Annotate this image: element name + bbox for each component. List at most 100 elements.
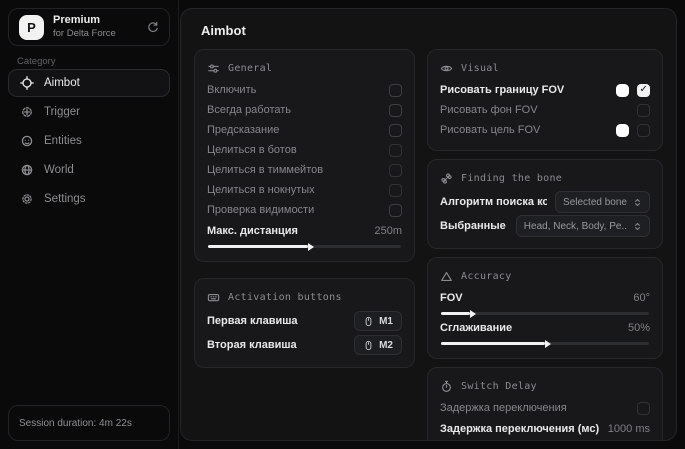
sidebar-item-label: Aimbot <box>44 77 80 89</box>
keybind-button-primary[interactable]: M1 <box>354 311 402 331</box>
toggle-row-target-knocked: Целиться в нокнутых <box>207 180 402 200</box>
checkbox-fov-border[interactable] <box>637 84 650 97</box>
fov-slider[interactable] <box>441 312 649 315</box>
sliders-icon <box>207 62 220 75</box>
slider-thumb[interactable] <box>470 310 476 318</box>
bone-label: Выбранные кости <box>440 220 508 232</box>
checkbox-target-knocked[interactable] <box>389 184 402 197</box>
slider-thumb[interactable] <box>545 340 551 348</box>
card-accuracy: Accuracy FOV 60° Сглаживание <box>427 257 663 359</box>
keybind-row-secondary: Вторая клавиша M2 <box>207 333 402 357</box>
fov-slider-block: FOV 60° <box>440 288 650 315</box>
slider-label: FOV <box>440 292 463 304</box>
sidebar-item-entities[interactable]: Entities <box>8 127 170 155</box>
triangle-icon <box>440 270 453 283</box>
stopwatch-icon <box>440 380 453 393</box>
entities-icon <box>20 134 34 148</box>
slider-thumb[interactable] <box>462 441 468 442</box>
bone-label: Алгоритм поиска кости <box>440 196 547 208</box>
bone-icon <box>440 172 453 185</box>
toggle-row-target-teammates: Целиться в тиммейтов <box>207 160 402 180</box>
toggle-label: Включить <box>207 84 256 96</box>
checkbox-visibility-check[interactable] <box>389 204 402 217</box>
toggle-label: Целиться в нокнутых <box>207 184 315 196</box>
select-value: Head, Neck, Body, Pe.. <box>524 221 627 232</box>
color-swatch[interactable] <box>616 124 629 137</box>
visual-row-fov-border: Рисовать границу FOV <box>440 80 650 100</box>
keyboard-icon <box>207 291 220 304</box>
slider-value: 250m <box>374 225 402 237</box>
refresh-icon[interactable] <box>146 21 159 34</box>
chevron-updown-icon <box>633 198 642 207</box>
toggle-label: Всегда работать <box>207 104 291 116</box>
brand-title: Premium <box>53 14 116 28</box>
checkbox-target-bots[interactable] <box>389 144 402 157</box>
bone-algorithm-select[interactable]: Selected bone <box>555 191 650 213</box>
max-distance-slider-block: Макс. дистанция 250m <box>207 221 402 248</box>
toggle-row-visibility-check: Проверка видимости <box>207 200 402 220</box>
toggle-label: Проверка видимости <box>207 204 314 216</box>
card-general-header: General <box>207 58 402 78</box>
brand-subtitle: for Delta Force <box>53 28 116 40</box>
slider-value: 1000 ms <box>608 423 650 435</box>
select-value: Selected bone <box>563 197 627 208</box>
session-duration-text: Session duration: 4m 22s <box>19 418 132 429</box>
toggle-label: Целиться в тиммейтов <box>207 164 323 176</box>
slider-value: 50% <box>628 322 650 334</box>
brand-card: P Premium for Delta Force <box>8 8 170 46</box>
eye-icon <box>440 62 453 75</box>
toggle-row-enable: Включить <box>207 80 402 100</box>
app-window: P Premium for Delta Force Category Aimbo… <box>0 0 685 449</box>
keybind-label: Первая клавиша <box>207 315 298 327</box>
card-switch-delay: Switch Delay Задержка переключения Задер… <box>427 367 663 441</box>
globe-icon <box>20 163 34 177</box>
checkbox-fov-target[interactable] <box>637 124 650 137</box>
color-swatch[interactable] <box>616 84 629 97</box>
toggle-row-always-work: Всегда работать <box>207 100 402 120</box>
card-title: Finding the bone <box>461 173 562 184</box>
sidebar-item-aimbot[interactable]: Aimbot <box>8 69 170 97</box>
selected-bones-select[interactable]: Head, Neck, Body, Pe.. <box>516 215 650 237</box>
card-finding-bone: Finding the bone Алгоритм поиска кости S… <box>427 159 663 249</box>
toggle-row-switch-delay: Задержка переключения <box>440 398 650 418</box>
bone-row-selected: Выбранные кости Head, Neck, Body, Pe.. <box>440 214 650 238</box>
card-title: Activation buttons <box>228 292 342 303</box>
sidebar-item-trigger[interactable]: Trigger <box>8 98 170 126</box>
toggle-row-prediction: Предсказание <box>207 120 402 140</box>
checkbox-fov-background[interactable] <box>637 104 650 117</box>
smoothing-slider[interactable] <box>441 342 649 345</box>
keybind-button-secondary[interactable]: M2 <box>354 335 402 355</box>
page-title: Aimbot <box>194 23 663 39</box>
visual-label: Рисовать фон FOV <box>440 104 538 116</box>
checkbox-target-teammates[interactable] <box>389 164 402 177</box>
brand-text: Premium for Delta Force <box>53 14 116 40</box>
slider-thumb[interactable] <box>308 243 314 251</box>
checkbox-prediction[interactable] <box>389 124 402 137</box>
max-distance-slider[interactable] <box>208 245 401 248</box>
sidebar-item-label: Settings <box>44 193 86 205</box>
keybind-row-primary: Первая клавиша M1 <box>207 309 402 333</box>
crosshair-icon <box>20 76 34 90</box>
visual-row-fov-target: Рисовать цель FOV <box>440 120 650 140</box>
mouse-icon <box>363 316 374 327</box>
bone-row-algorithm: Алгоритм поиска кости Selected bone <box>440 190 650 214</box>
card-switch-delay-header: Switch Delay <box>440 376 650 396</box>
sidebar-item-world[interactable]: World <box>8 156 170 184</box>
category-label: Category <box>17 56 56 67</box>
card-accuracy-header: Accuracy <box>440 266 650 286</box>
card-title: General <box>228 63 272 74</box>
card-activation-buttons: Activation buttons Первая клавиша M1 <box>194 278 415 368</box>
left-column: General Включить Всегда работать Предска… <box>194 49 415 441</box>
toggle-row-target-bots: Целиться в ботов <box>207 140 402 160</box>
visual-label: Рисовать границу FOV <box>440 84 564 96</box>
slider-label: Макс. дистанция <box>207 225 298 237</box>
keybind-label: Вторая клавиша <box>207 339 297 351</box>
mouse-icon <box>363 340 374 351</box>
checkbox-enable[interactable] <box>389 84 402 97</box>
card-finding-bone-header: Finding the bone <box>440 168 650 188</box>
sidebar-item-label: World <box>44 164 74 176</box>
checkbox-always-work[interactable] <box>389 104 402 117</box>
card-visual-header: Visual <box>440 58 650 78</box>
sidebar-item-settings[interactable]: Settings <box>8 185 170 213</box>
checkbox-switch-delay[interactable] <box>637 402 650 415</box>
